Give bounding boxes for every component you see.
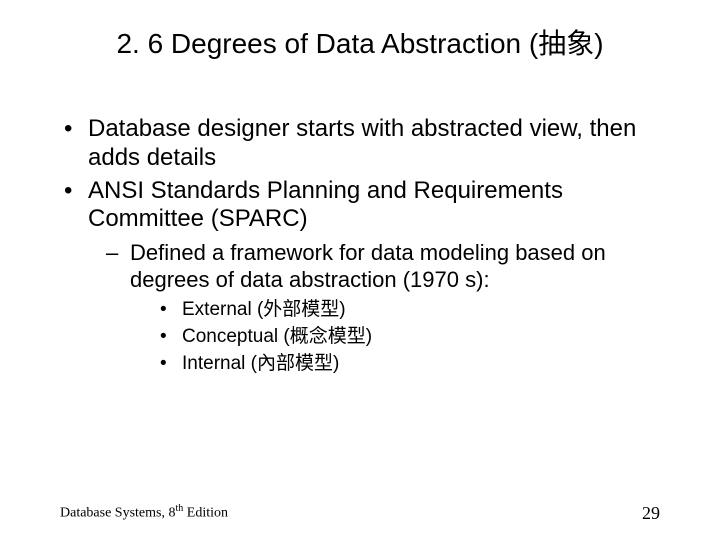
bullet-item: Database designer starts with abstracted… [60,115,660,173]
slide: 2. 6 Degrees of Data Abstraction (抽象) Da… [0,0,720,540]
bullet-item: ANSI Standards Planning and Requirements… [60,177,660,376]
footer-book: Database Systems, 8th Edition [60,503,228,522]
bullet-list-level3: External (外部模型) Conceptual (概念模型) Intern… [130,299,660,375]
bullet-text: ANSI Standards Planning and Requirements… [88,177,563,233]
bullet-item: Defined a framework for data modeling ba… [88,240,660,375]
page-number: 29 [642,503,660,524]
footer-book-prefix: Database Systems, 8 [60,506,175,521]
bullet-text: Database designer starts with abstracted… [88,115,636,171]
bullet-item: External (外部模型) [130,299,660,322]
bullet-text: Internal (內部模型) [182,353,339,374]
bullet-list-level2: Defined a framework for data modeling ba… [88,240,660,375]
footer-book-suffix: Edition [183,506,228,521]
bullet-list-level1: Database designer starts with abstracted… [60,115,660,375]
bullet-text: Defined a framework for data modeling ba… [130,240,606,291]
bullet-text: Conceptual (概念模型) [182,326,372,347]
bullet-text: External (外部模型) [182,299,346,320]
bullet-item: Internal (內部模型) [130,353,660,376]
slide-title: 2. 6 Degrees of Data Abstraction (抽象) [0,22,720,62]
slide-body: Database designer starts with abstracted… [60,115,660,379]
bullet-item: Conceptual (概念模型) [130,326,660,349]
